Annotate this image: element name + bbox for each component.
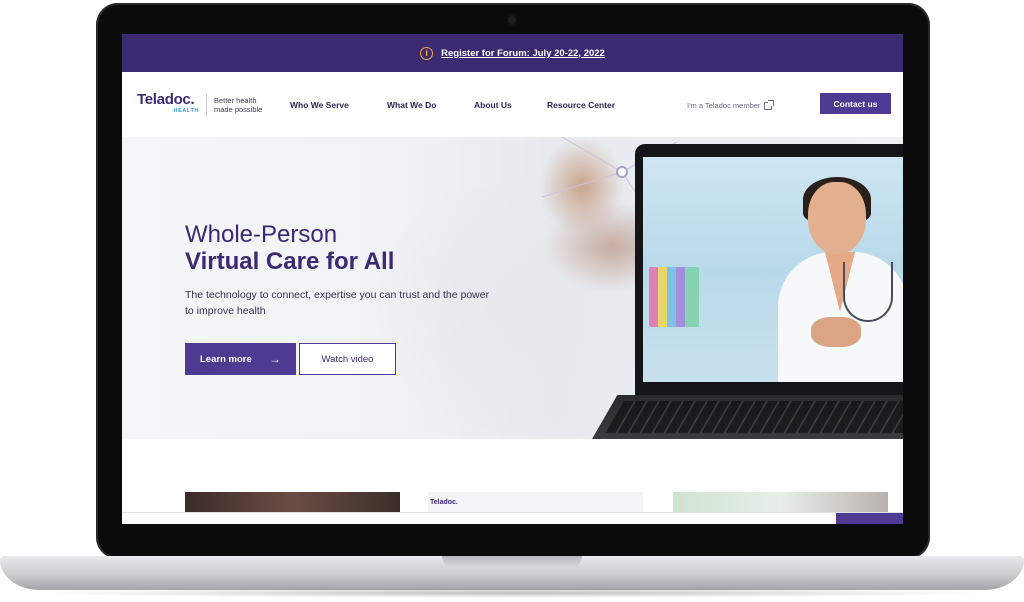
cookie-banner: [122, 512, 903, 524]
hero-section: Whole-Person Virtual Care for All The te…: [122, 137, 903, 439]
webcam-icon: [508, 16, 516, 24]
card-logo: Teladoc.: [430, 499, 458, 506]
info-icon: i: [420, 46, 434, 60]
cookie-accept-button[interactable]: [836, 513, 903, 524]
external-link-icon: [764, 99, 775, 110]
doctor-hands: [811, 317, 861, 347]
learn-more-button[interactable]: Learn more →: [185, 343, 296, 375]
teladoc-logo[interactable]: Teladoc. HEALTH: [137, 92, 201, 118]
watch-video-button[interactable]: Watch video: [299, 343, 396, 375]
hero-title-bold: Virtual Care for All: [185, 248, 395, 275]
tagline-line-1: Better health: [214, 96, 257, 105]
hero-subtitle: The technology to connect, expertise you…: [185, 289, 490, 317]
laptop-notch: [442, 556, 582, 568]
tagline: Better health made possible: [214, 96, 278, 114]
tagline-line-2: made possible: [214, 105, 263, 114]
member-link[interactable]: I'm a Teladoc member: [687, 99, 775, 110]
learn-more-label: Learn more: [200, 353, 252, 365]
contact-us-button[interactable]: Contact us: [820, 93, 891, 114]
nav-resource-center[interactable]: Resource Center: [547, 100, 615, 110]
laptop-screen: i Register for Forum: July 20-22, 2022 T…: [122, 34, 903, 524]
doctor-video-image: [643, 157, 903, 382]
announcement-banner: i Register for Forum: July 20-22, 2022: [122, 34, 903, 72]
doctor-face: [808, 182, 866, 254]
background-shelf: [649, 267, 699, 327]
member-link-label: I'm a Teladoc member: [687, 101, 761, 110]
arrow-right-icon: →: [269, 352, 281, 366]
logo-health-label: HEALTH: [173, 108, 199, 114]
main-navigation: Teladoc. HEALTH Better health made possi…: [122, 72, 903, 137]
nav-who-we-serve[interactable]: Who We Serve: [290, 100, 349, 110]
logo-divider: [206, 94, 207, 116]
nav-about-us[interactable]: About Us: [474, 100, 512, 110]
stethoscope: [843, 262, 893, 322]
hero-title-light: Whole-Person: [185, 221, 338, 248]
laptop-shadow: [30, 588, 994, 598]
logo-wordmark: Teladoc.: [137, 91, 195, 108]
forum-register-link[interactable]: Register for Forum: July 20-22, 2022: [441, 48, 605, 59]
nav-what-we-do[interactable]: What We Do: [387, 100, 436, 110]
hero-laptop-keyboard: [592, 395, 903, 439]
